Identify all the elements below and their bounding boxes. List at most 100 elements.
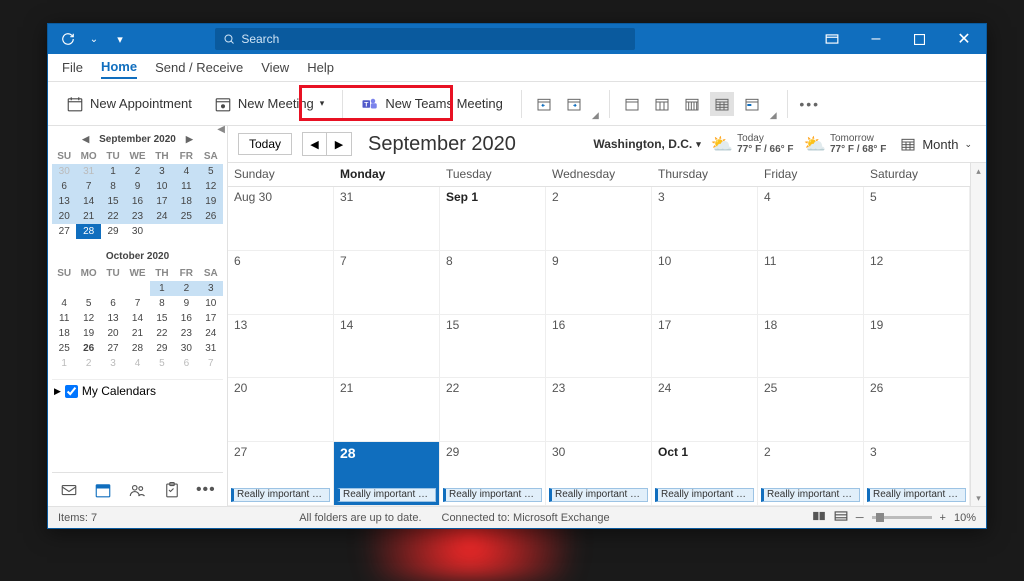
calendar-cell[interactable]: 21 [334,378,440,442]
schedule-view-button[interactable] [740,92,764,116]
new-meeting-button[interactable]: New Meeting ▾ [206,89,332,119]
tab-file[interactable]: File [62,57,83,78]
mini-cal-day[interactable]: 11 [52,311,76,326]
calendar-cell[interactable]: 5 [864,187,970,251]
calendar-event-chip[interactable]: Really important m... [867,488,966,502]
calendar-cell[interactable]: 17 [652,315,758,379]
mini-cal-day[interactable]: 4 [174,164,198,179]
zoom-slider[interactable] [872,516,932,519]
calendar-cell[interactable]: 13 [228,315,334,379]
mini-cal-day[interactable]: 1 [101,164,125,179]
mini-cal-day[interactable]: 1 [52,356,76,371]
maximize-button[interactable] [898,24,942,54]
workweek-view-button[interactable] [650,92,674,116]
ribbon-overflow-button[interactable]: ••• [798,92,822,116]
day-view-button[interactable] [620,92,644,116]
mini-cal-day[interactable]: 7 [199,356,223,371]
qat-more-icon[interactable]: ▾ [112,31,128,47]
people-nav-icon[interactable] [125,478,149,502]
mini-cal-day[interactable]: 9 [125,179,149,194]
ribbon-options-button[interactable] [810,24,854,54]
mini-cal-day[interactable]: 8 [101,179,125,194]
mini-cal-day[interactable]: 13 [101,311,125,326]
calendar-nav-icon[interactable] [91,478,115,502]
calendar-cell[interactable]: Oct 1Really important m... [652,442,758,506]
calendar-cell[interactable]: 2 [546,187,652,251]
calendar-cell[interactable]: 16 [546,315,652,379]
calendar-cell[interactable]: 26 [864,378,970,442]
mini-cal-day[interactable]: 7 [125,296,149,311]
tab-send-receive[interactable]: Send / Receive [155,57,243,78]
calendar-cell[interactable]: 29Really important m... [440,442,546,506]
calendar-event-chip[interactable]: Really important m... [443,488,542,502]
mini-cal-day[interactable]: 7 [76,179,100,194]
calendar-cell[interactable]: 22 [440,378,546,442]
zoom-in-icon[interactable]: + [940,512,946,524]
scroll-up-icon[interactable]: ▴ [971,163,986,179]
mini-cal-day[interactable]: 26 [76,341,100,356]
calendar-cell[interactable]: Aug 30 [228,187,334,251]
mini-cal-day[interactable]: 4 [125,356,149,371]
calendar-event-chip[interactable]: Really important m... [231,488,330,502]
my-calendars-checkbox[interactable] [65,385,78,398]
mini-cal-day[interactable]: 6 [101,296,125,311]
calendar-cell[interactable]: 19 [864,315,970,379]
calendar-cell[interactable]: 28Really important m... [334,442,440,506]
ribbon-small-button-1[interactable] [532,92,556,116]
new-teams-meeting-button[interactable]: T New Teams Meeting [353,89,511,119]
calendar-cell[interactable]: 14 [334,315,440,379]
calendar-cell[interactable]: 27Really important m... [228,442,334,506]
mini-cal-day[interactable]: 2 [76,356,100,371]
next-month-button[interactable]: ▶ [327,133,351,155]
mini-cal-day[interactable]: 2 [174,281,198,296]
vertical-scrollbar[interactable]: ▴ ▾ [970,163,986,506]
tab-view[interactable]: View [261,57,289,78]
mini-cal-day[interactable]: 24 [199,326,223,341]
mini-cal-day[interactable]: 17 [150,194,174,209]
mini-cal-day[interactable]: 4 [52,296,76,311]
mini-cal-day[interactable]: 15 [150,311,174,326]
calendar-event-chip[interactable]: Really important m... [549,488,648,502]
calendar-cell[interactable]: 9 [546,251,652,315]
mini-cal-day[interactable]: 30 [52,164,76,179]
mini-cal-day[interactable]: 15 [101,194,125,209]
calendar-event-chip[interactable]: Really important m... [337,488,436,502]
mini-cal-day[interactable]: 22 [150,326,174,341]
mini-cal-day[interactable]: 6 [52,179,76,194]
mini-cal-day[interactable]: 29 [101,224,125,239]
mini-cal-day[interactable]: 21 [76,209,100,224]
calendar-cell[interactable]: 2Really important m... [758,442,864,506]
mini-cal-day[interactable]: 20 [101,326,125,341]
mini-cal-day[interactable]: 24 [150,209,174,224]
mini-cal-day[interactable]: 31 [199,341,223,356]
calendar-cell[interactable]: 6 [228,251,334,315]
calendar-cell[interactable]: 23 [546,378,652,442]
mini-cal-day[interactable]: 26 [199,209,223,224]
calendar-cell[interactable]: 3 [652,187,758,251]
calendar-event-chip[interactable]: Really important m... [655,488,754,502]
view-normal-icon[interactable] [812,510,826,525]
calendar-cell[interactable]: 7 [334,251,440,315]
mini-cal-day[interactable]: 20 [52,209,76,224]
calendar-cell[interactable]: 18 [758,315,864,379]
calendar-cell[interactable]: 3Really important m... [864,442,970,506]
weather-location[interactable]: Washington, D.C. ▾ [593,137,700,151]
calendar-cell[interactable]: 8 [440,251,546,315]
calendar-cell[interactable]: 25 [758,378,864,442]
today-button[interactable]: Today [238,133,292,155]
mini-cal-day[interactable]: 12 [199,179,223,194]
mini-cal-day[interactable]: 10 [199,296,223,311]
calendar-cell[interactable]: 30Really important m... [546,442,652,506]
mini-cal-day[interactable]: 18 [52,326,76,341]
mini-cal-day[interactable]: 30 [125,224,149,239]
mini-cal-day[interactable]: 6 [174,356,198,371]
mini-cal-day[interactable]: 10 [150,179,174,194]
mini-cal-day[interactable]: 19 [76,326,100,341]
mini-cal-day[interactable]: 3 [199,281,223,296]
view-selector-button[interactable]: Month ⌄ [896,134,976,154]
weather-today[interactable]: ⛅ Today 77° F / 66° F [711,133,794,155]
mini-cal-day[interactable]: 9 [174,296,198,311]
my-calendars-toggle[interactable]: ▶ My Calendars [52,379,223,402]
week-view-button[interactable] [680,92,704,116]
mini-cal-day[interactable]: 1 [150,281,174,296]
